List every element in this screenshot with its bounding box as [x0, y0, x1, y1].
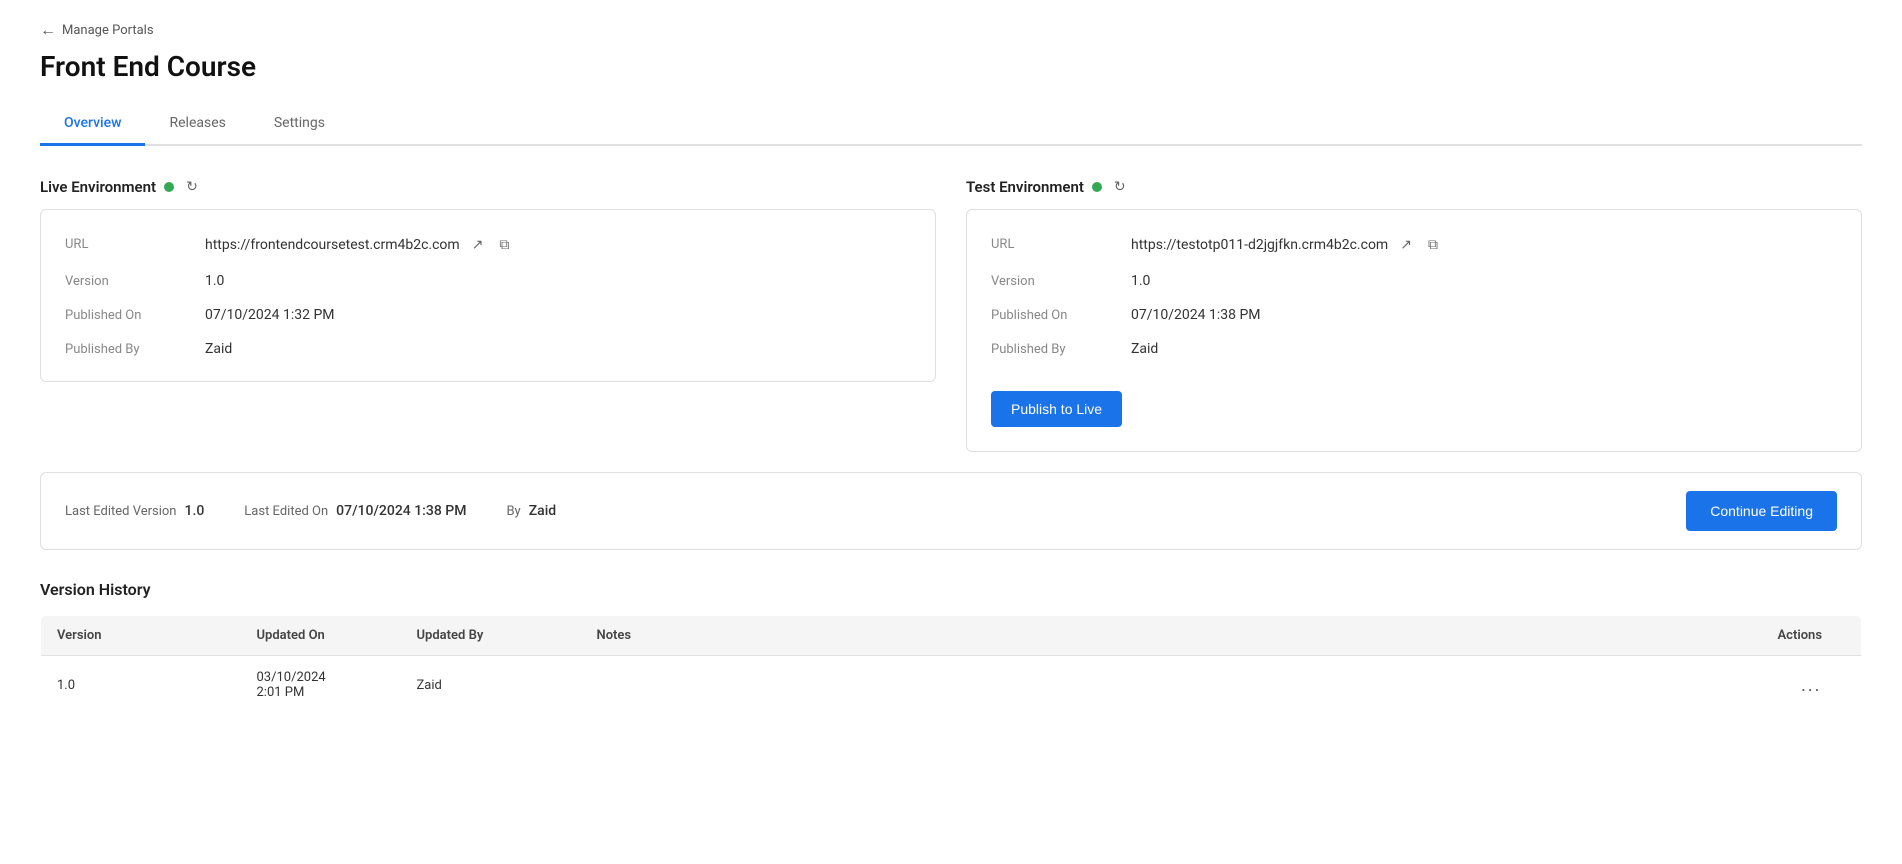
test-published-on-value: 07/10/2024 1:38 PM [1131, 307, 1837, 323]
live-env-card: URL https://frontendcoursetest.crm4b2c.c… [40, 209, 936, 382]
test-url-copy-icon[interactable]: ⧉ [1424, 234, 1442, 255]
test-url-label: URL [991, 237, 1131, 252]
live-published-on-label: Published On [65, 308, 205, 323]
live-published-on-row: Published On 07/10/2024 1:32 PM [65, 307, 911, 323]
last-edited-version-value: 1.0 [184, 503, 204, 519]
row-version: 1.0 [41, 656, 241, 715]
live-url-text: https://frontendcoursetest.crm4b2c.com [205, 237, 460, 253]
test-url-row: URL https://testotp011-d2jgjfkn.crm4b2c.… [991, 234, 1837, 255]
actions-menu-button[interactable]: ... [1801, 675, 1821, 696]
tab-settings[interactable]: Settings [250, 103, 349, 146]
test-url-external-icon[interactable]: ↗ [1396, 234, 1416, 255]
live-environment-section: Live Environment ↻ URL https://frontendc… [40, 176, 936, 452]
last-edited-on-item: Last Edited On 07/10/2024 1:38 PM [244, 503, 466, 519]
test-environment-heading: Test Environment ↻ [966, 176, 1862, 197]
test-url-value: https://testotp011-d2jgjfkn.crm4b2c.com … [1131, 234, 1837, 255]
row-notes [581, 656, 1762, 715]
back-link-label: Manage Portals [62, 23, 154, 38]
test-env-title: Test Environment [966, 178, 1084, 196]
last-edited-bar: Last Edited Version 1.0 Last Edited On 0… [40, 472, 1862, 550]
row-updated-on-date: 03/10/2024 [257, 670, 326, 685]
live-published-by-label: Published By [65, 342, 205, 357]
table-row: 1.0 03/10/2024 2:01 PM Zaid ... [41, 656, 1862, 715]
live-env-title: Live Environment [40, 178, 156, 196]
test-published-by-label: Published By [991, 342, 1131, 357]
live-url-copy-icon[interactable]: ⧉ [495, 234, 513, 255]
version-history-section: Version History Version Updated On Updat… [40, 580, 1862, 715]
last-edited-by-item: By Zaid [506, 503, 556, 519]
last-edited-version-item: Last Edited Version 1.0 [65, 503, 204, 519]
col-header-actions: Actions [1762, 616, 1862, 656]
live-published-on-value: 07/10/2024 1:32 PM [205, 307, 911, 323]
col-header-notes: Notes [581, 616, 1762, 656]
test-environment-section: Test Environment ↻ URL https://testotp01… [966, 176, 1862, 452]
live-url-external-icon[interactable]: ↗ [468, 234, 488, 255]
page-title: Front End Course [40, 50, 1862, 83]
last-edited-on-label: Last Edited On [244, 504, 328, 519]
version-history-title: Version History [40, 580, 1862, 599]
live-url-value: https://frontendcoursetest.crm4b2c.com ↗… [205, 234, 911, 255]
test-published-on-label: Published On [991, 308, 1131, 323]
environments-row: Live Environment ↻ URL https://frontendc… [40, 176, 1862, 452]
last-edited-by-label: By [506, 504, 520, 519]
row-updated-by: Zaid [401, 656, 581, 715]
test-version-row: Version 1.0 [991, 273, 1837, 289]
test-env-card: URL https://testotp011-d2jgjfkn.crm4b2c.… [966, 209, 1862, 452]
live-url-row: URL https://frontendcoursetest.crm4b2c.c… [65, 234, 911, 255]
tabs-container: Overview Releases Settings [40, 103, 1862, 146]
live-version-value: 1.0 [205, 273, 911, 289]
back-link[interactable]: ← Manage Portals [40, 20, 1862, 40]
col-header-updated-on: Updated On [241, 616, 401, 656]
live-refresh-button[interactable]: ↻ [182, 176, 202, 197]
last-edited-version-label: Last Edited Version [65, 504, 176, 519]
test-published-on-row: Published On 07/10/2024 1:38 PM [991, 307, 1837, 323]
live-url-label: URL [65, 237, 205, 252]
live-version-label: Version [65, 274, 205, 289]
live-status-dot [164, 182, 174, 192]
tab-overview[interactable]: Overview [40, 103, 145, 146]
live-version-row: Version 1.0 [65, 273, 911, 289]
row-updated-on: 03/10/2024 2:01 PM [241, 656, 401, 715]
last-edited-on-value: 07/10/2024 1:38 PM [336, 503, 466, 519]
col-header-updated-by: Updated By [401, 616, 581, 656]
test-version-value: 1.0 [1131, 273, 1837, 289]
live-published-by-value: Zaid [205, 341, 911, 357]
test-refresh-button[interactable]: ↻ [1110, 176, 1130, 197]
tab-releases[interactable]: Releases [145, 103, 249, 146]
version-history-thead: Version Updated On Updated By Notes Acti… [41, 616, 1862, 656]
publish-to-live-button[interactable]: Publish to Live [991, 391, 1122, 427]
test-version-label: Version [991, 274, 1131, 289]
test-published-by-value: Zaid [1131, 341, 1837, 357]
test-status-dot [1092, 182, 1102, 192]
live-environment-heading: Live Environment ↻ [40, 176, 936, 197]
version-history-header-row: Version Updated On Updated By Notes Acti… [41, 616, 1862, 656]
version-history-tbody: 1.0 03/10/2024 2:01 PM Zaid ... [41, 656, 1862, 715]
row-updated-on-time: 2:01 PM [257, 685, 305, 700]
test-published-by-row: Published By Zaid [991, 341, 1837, 357]
continue-editing-button[interactable]: Continue Editing [1686, 491, 1837, 531]
col-header-version: Version [41, 616, 241, 656]
test-url-text: https://testotp011-d2jgjfkn.crm4b2c.com [1131, 237, 1388, 253]
back-arrow-icon: ← [40, 20, 56, 40]
last-edited-by-value: Zaid [529, 503, 556, 519]
live-published-by-row: Published By Zaid [65, 341, 911, 357]
version-history-table: Version Updated On Updated By Notes Acti… [40, 615, 1862, 715]
row-actions: ... [1762, 656, 1862, 715]
